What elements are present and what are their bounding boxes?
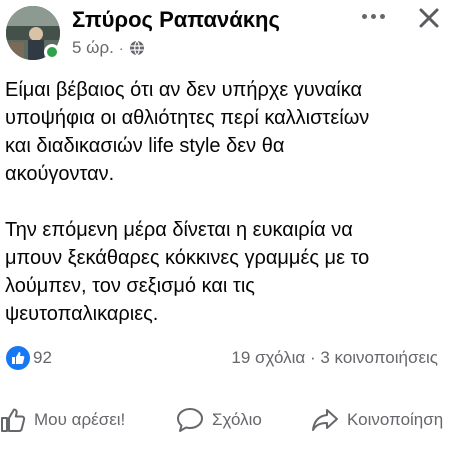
post-stats: 92 19 σχόλια · 3 κοινοποιήσεις [0,345,450,371]
comment-bubble-icon [177,408,203,432]
more-options-icon[interactable] [356,4,390,28]
post-paragraph: Είμαι βέβαιος ότι αν δεν υπήρχε γυναίκα … [5,79,370,185]
comment-button[interactable]: Σχόλιο [176,400,262,440]
action-bar: Μου αρέσει! Σχόλιο Κοινοποίηση [0,400,450,440]
globe-icon[interactable] [129,40,145,56]
reaction-count[interactable]: 92 [33,348,52,368]
post-header: Σπύρος Ραπανάκης 5 ώρ. · [0,0,450,70]
like-label: Μου αρέσει! [34,410,126,429]
post-time[interactable]: 5 ώρ. [72,38,114,58]
like-reaction-icon[interactable] [6,346,30,370]
post-paragraph: Την επόμενη μέρα δίνεται η ευκαιρία να μ… [5,219,370,325]
like-button[interactable]: Μου αρέσει! [0,400,125,440]
thumbs-up-icon [1,408,26,432]
share-label: Κοινοποίηση [347,410,444,429]
close-icon[interactable] [415,4,443,32]
post-meta: 5 ώρ. · [72,38,145,58]
post-body: Είμαι βέβαιος ότι αν δεν υπήρχε γυναίκα … [5,76,445,356]
author-name[interactable]: Σπύρος Ραπανάκης [72,7,280,33]
meta-separator: · [118,40,124,56]
share-arrow-icon [312,409,338,431]
comment-label: Σχόλιο [212,410,262,429]
online-status-indicator [44,44,60,60]
comments-shares-count[interactable]: 19 σχόλια · 3 κοινοποιήσεις [231,348,438,368]
share-button[interactable]: Κοινοποίηση [311,400,443,440]
